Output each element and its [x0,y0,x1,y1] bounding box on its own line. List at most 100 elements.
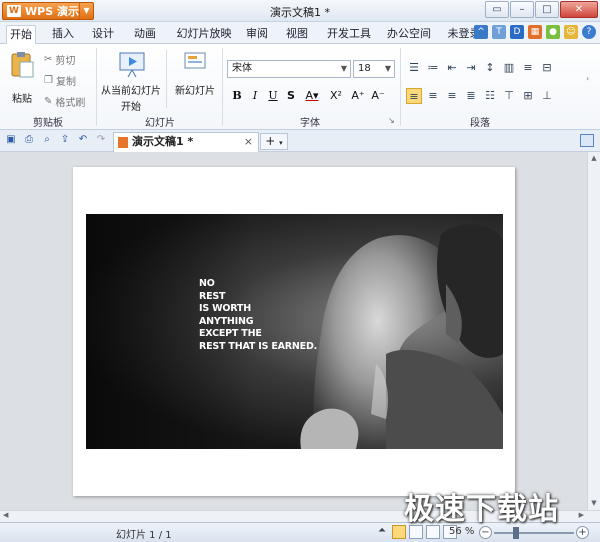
tab-home[interactable]: 开始 [6,25,36,44]
numbered-list-icon[interactable]: ≔ [425,60,441,76]
vertical-scrollbar[interactable]: ▲ ▼ [587,152,600,510]
print-preview-icon[interactable]: ⌕ [40,133,54,147]
tab-insert[interactable]: 插入 [48,25,78,44]
paragraph-row-1: ☰ ≔ ⇤ ⇥ ↕ ▥ ≡ ⊟ [406,60,555,76]
decrease-indent-icon[interactable]: ⇤ [444,60,460,76]
scissors-icon: ✂ [44,54,53,65]
quote-line: REST [199,290,226,302]
distribute-icon[interactable]: ☷ [482,88,498,104]
font-name-select[interactable]: 宋体 ▼ [227,60,351,78]
strikethrough-button[interactable]: S [283,88,299,104]
presentation-file-icon [118,137,128,148]
slides-group-label: 幻灯片 [145,118,175,129]
slide-photo: NO REST IS WORTH ANYTHING EXCEPT THE RES… [86,214,503,449]
quote-text-block: NO REST IS WORTH ANYTHING EXCEPT THE RES… [199,278,317,353]
font-size-value: 18 [358,63,371,74]
bold-button[interactable]: B [229,88,245,104]
align-center-icon[interactable]: ≡ [425,88,441,104]
notes-toggle-icon[interactable]: ⏶ [375,525,389,539]
redo-icon[interactable]: ↷ [94,133,108,147]
docer-icon[interactable]: D [510,25,524,39]
vertical-align-icon[interactable]: ⊟ [539,60,555,76]
document-tab[interactable]: 演示文稿1 * × [113,132,259,152]
underline-button[interactable]: U [265,88,281,104]
skin-icon[interactable]: T [492,25,506,39]
increase-indent-icon[interactable]: ⇥ [463,60,479,76]
paste-label: 粘贴 [12,94,32,105]
tab-developer[interactable]: 开发工具 [324,25,374,44]
print-icon[interactable]: ⎙ [22,133,36,147]
format-painter-label: 格式刷 [55,98,86,109]
quote-line: REST THAT IS EARNED. [199,340,318,352]
scroll-right-icon[interactable]: ▶ [579,511,584,519]
line-spacing-icon[interactable]: ≡ [520,60,536,76]
window-controls: ▭ – □ ✕ [485,1,598,18]
side-panel-icon[interactable] [580,134,594,147]
tab-view[interactable]: 视图 [282,25,312,44]
menu-tab-bar: 开始 插入 设计 动画 幻灯片放映 审阅 视图 开发工具 办公空间 未登录 ^ … [0,22,600,44]
separator [166,50,167,108]
slide-counter: 幻灯片 1 / 1 [116,530,172,541]
template-icon[interactable]: ▦ [528,25,542,39]
align-bottom-icon[interactable]: ⊥ [539,88,555,104]
scroll-left-icon[interactable]: ◀ [3,511,8,519]
tab-animation[interactable]: 动画 [130,25,160,44]
format-painter-button[interactable]: ✎ 格式刷 [44,94,85,109]
play-from-current-button[interactable]: 从当前幻灯片 开始 [100,50,162,113]
undo-icon[interactable]: ↶ [76,133,90,147]
quote-line: EXCEPT THE [199,328,262,339]
tab-design[interactable]: 设计 [88,25,118,44]
quote-line: NO [199,278,215,289]
cut-button[interactable]: ✂ 剪切 [44,52,75,67]
tab-slideshow[interactable]: 幻灯片放映 [172,25,236,44]
play-from-current-sublabel: 开始 [121,102,141,113]
copy-button[interactable]: ❐ 复制 [44,73,76,88]
title-bar: W WPS 演示 ▼ 演示文稿1 * ▭ – □ ✕ [0,0,600,22]
slide-1[interactable]: NO REST IS WORTH ANYTHING EXCEPT THE RES… [73,167,515,496]
restore-ribbon-button[interactable]: ▭ [485,1,509,18]
maximize-button[interactable]: □ [535,1,559,18]
increase-font-button[interactable]: A⁺ [349,88,367,104]
zoom-slider-thumb[interactable] [513,527,520,539]
zoom-slider-track[interactable] [494,532,574,534]
zoom-in-button[interactable]: + [576,526,589,539]
align-left-icon[interactable]: ≡ [406,88,422,104]
scroll-down-icon[interactable]: ▼ [588,497,600,510]
copy-label: 复制 [55,77,76,88]
paste-button[interactable]: 粘贴 [6,50,38,105]
tab-office-space[interactable]: 办公空间 [384,25,434,44]
new-slide-button[interactable]: 新幻灯片 [172,50,218,97]
paragraph-row-2: ≡ ≡ ≡ ≣ ☷ ⊤ ⊞ ⊥ [406,88,555,104]
text-direction-icon[interactable]: ↕ [482,60,498,76]
mascot-icon[interactable]: ☺ [564,25,578,39]
close-tab-icon[interactable]: × [244,133,253,151]
decrease-font-button[interactable]: A⁻ [369,88,387,104]
copy-icon: ❐ [44,75,53,86]
bullet-list-icon[interactable]: ☰ [406,60,422,76]
new-tab-button[interactable]: + ▾ [260,133,288,150]
align-top-icon[interactable]: ⊤ [501,88,517,104]
quick-access-icons: ▣ ⎙ ⌕ ⇪ ↶ ↷ ▾ [4,133,126,147]
align-middle-icon[interactable]: ⊞ [520,88,536,104]
font-size-select[interactable]: 18 ▼ [353,60,395,78]
save-icon[interactable]: ▣ [4,133,18,147]
scroll-up-icon[interactable]: ▲ [588,152,600,165]
font-group-label: 字体 [300,118,320,129]
close-button[interactable]: ✕ [560,1,598,18]
ribbon-scroll-right-icon[interactable]: › [586,74,589,83]
justify-icon[interactable]: ≣ [463,88,479,104]
export-pdf-icon[interactable]: ⇪ [58,133,72,147]
frog-icon[interactable]: ● [546,25,560,39]
help-icon[interactable]: ? [582,25,596,39]
font-name-value: 宋体 [232,63,252,74]
font-color-button[interactable]: A▾ [301,88,323,104]
superscript-button[interactable]: X² [325,88,347,104]
minimize-button[interactable]: – [510,1,534,18]
italic-button[interactable]: I [247,88,263,104]
font-dialog-launcher-icon[interactable]: ↘ [388,116,395,125]
play-from-current-label: 从当前幻灯片 [101,86,161,97]
column-icon[interactable]: ▥ [501,60,517,76]
align-right-icon[interactable]: ≡ [444,88,460,104]
collapse-ribbon-icon[interactable]: ^ [474,25,488,39]
tab-review[interactable]: 审阅 [242,25,272,44]
